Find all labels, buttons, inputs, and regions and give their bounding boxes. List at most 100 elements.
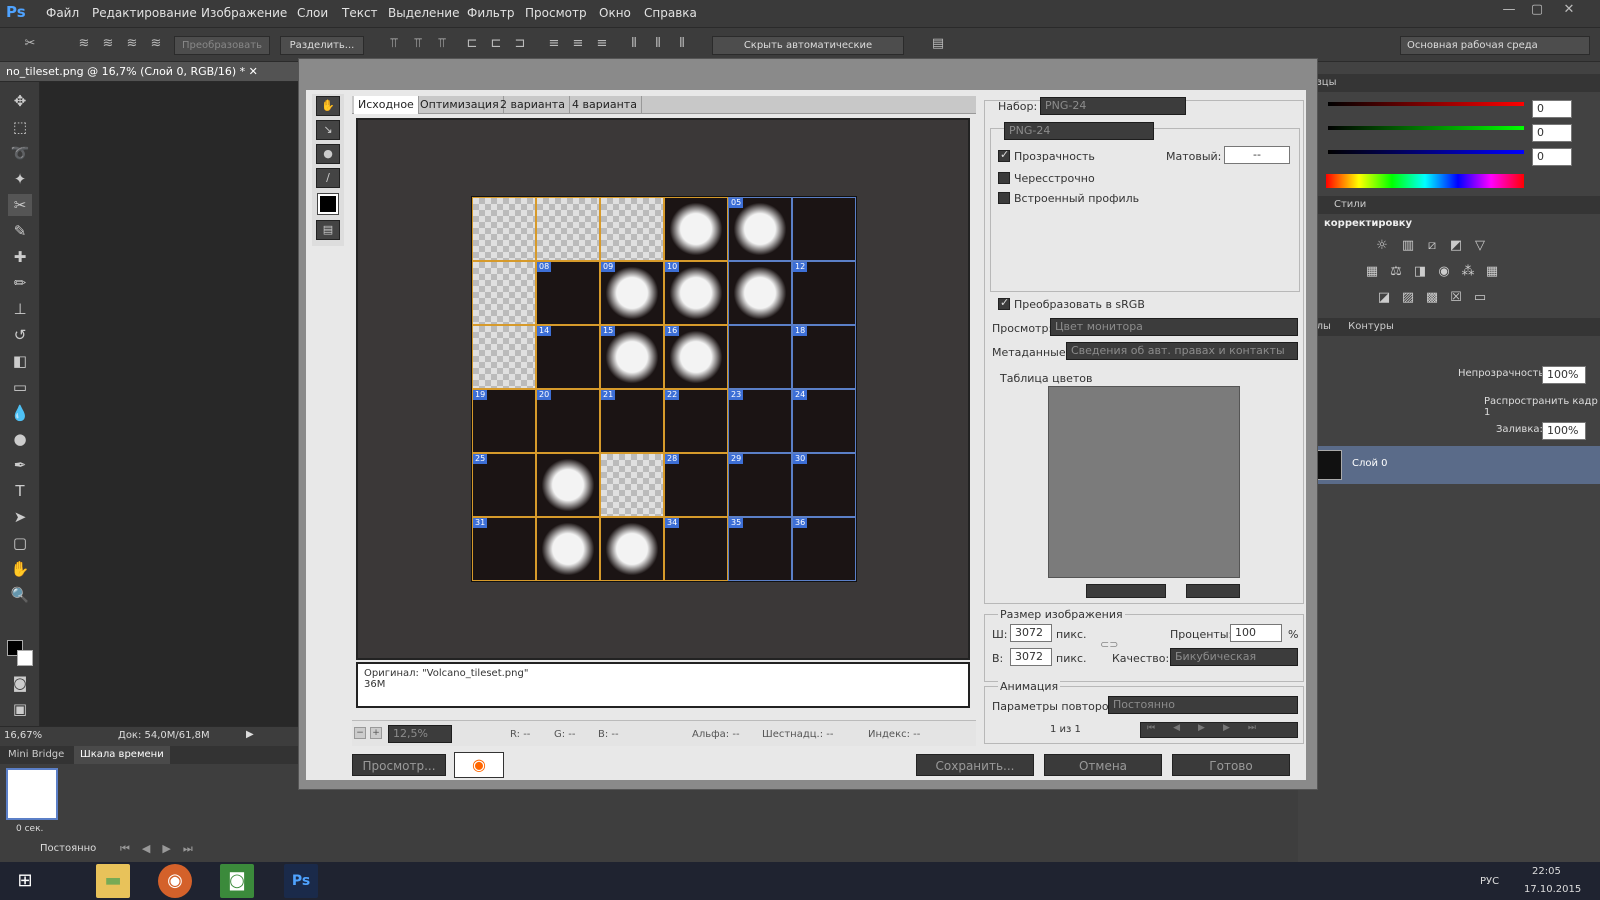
blue-value[interactable]: 0 <box>1532 148 1572 166</box>
preview-select[interactable]: Цвет монитора <box>1050 318 1298 336</box>
menu-type[interactable]: Текст <box>342 6 378 20</box>
tab-original[interactable]: Исходное <box>354 96 419 114</box>
type-tool-icon[interactable]: T <box>8 480 32 502</box>
convert-srgb-checkbox[interactable] <box>998 296 1010 310</box>
tile-slice[interactable] <box>472 325 536 389</box>
color-table-tools[interactable] <box>1086 584 1166 598</box>
hand-tool-icon[interactable]: ✋ <box>8 558 32 580</box>
tile-slice[interactable]: 10 <box>664 261 728 325</box>
status-menu-arrow-icon[interactable]: ▶ <box>246 729 254 740</box>
opacity-value[interactable]: 100% <box>1542 366 1586 384</box>
tile-slice[interactable]: 23 <box>728 389 792 453</box>
green-slider[interactable] <box>1328 126 1524 130</box>
loop-select[interactable]: Постоянно <box>40 843 96 854</box>
tab-mini-bridge[interactable]: Mini Bridge <box>8 749 64 760</box>
tile-slice[interactable] <box>600 197 664 261</box>
tile-slice[interactable]: 20 <box>536 389 600 453</box>
language-indicator[interactable]: РУС <box>1480 876 1499 887</box>
slice-options-icon[interactable]: ▤ <box>930 36 946 52</box>
arrange-backward-icon[interactable]: ≋ <box>124 36 140 52</box>
save-button[interactable]: Сохранить... <box>916 754 1034 776</box>
path-select-icon[interactable]: ➤ <box>8 506 32 528</box>
height-field[interactable]: 3072 <box>1010 648 1052 666</box>
align-left-icon[interactable]: ⊏ <box>464 36 480 52</box>
close-button[interactable]: ✕ <box>1556 2 1582 20</box>
menu-filter[interactable]: Фильтр <box>467 6 514 20</box>
format-select[interactable]: PNG-24 <box>1004 122 1154 140</box>
blur-icon[interactable]: 💧 <box>8 402 32 424</box>
browser-select-icon[interactable]: ◉ <box>454 752 504 778</box>
tile-slice[interactable] <box>792 197 856 261</box>
start-icon[interactable]: ⊞ <box>8 864 42 898</box>
matte-select[interactable]: -- <box>1224 146 1290 164</box>
maximize-button[interactable]: ▢ <box>1524 2 1550 20</box>
cancel-button[interactable]: Отмена <box>1044 754 1162 776</box>
slice-tool-icon[interactable]: ✂ <box>8 194 32 216</box>
layer-row[interactable]: Слой 0 <box>1298 446 1600 484</box>
transform-button[interactable]: Преобразовать <box>174 36 270 55</box>
tile-slice[interactable]: 28 <box>664 453 728 517</box>
tile-slice[interactable]: 16 <box>664 325 728 389</box>
photoshop-taskbar-icon[interactable]: Ps <box>284 864 318 898</box>
levels-icon[interactable]: ▥ <box>1400 238 1416 254</box>
posterize-icon[interactable]: ▨ <box>1400 290 1416 306</box>
close-doc-icon[interactable]: ✕ <box>249 65 258 78</box>
distribute-vcenter-icon[interactable]: ≡ <box>570 36 586 52</box>
brush-icon[interactable]: ✏ <box>8 272 32 294</box>
move-tool-icon[interactable]: ✥ <box>8 90 32 112</box>
hue-sat-icon[interactable]: ▦ <box>1364 264 1380 280</box>
background-color-swatch[interactable] <box>17 650 33 666</box>
color-balance-icon[interactable]: ⚖ <box>1388 264 1404 280</box>
healing-brush-icon[interactable]: ✚ <box>8 246 32 268</box>
tile-slice[interactable] <box>536 517 600 581</box>
align-right-icon[interactable]: ⊐ <box>512 36 528 52</box>
photo-filter-icon[interactable]: ◉ <box>1436 264 1452 280</box>
embedded-profile-checkbox[interactable] <box>998 192 1010 204</box>
color-ramp[interactable] <box>1326 174 1524 188</box>
width-field[interactable]: 3072 <box>1010 624 1052 642</box>
tile-slice[interactable]: 34 <box>664 517 728 581</box>
tile-slice[interactable] <box>536 453 600 517</box>
clock-date[interactable]: 17.10.2015 <box>1524 884 1581 895</box>
menu-file[interactable]: Файл <box>46 6 79 20</box>
tab-timeline[interactable]: Шкала времени <box>74 746 170 764</box>
tab-styles[interactable]: Стили <box>1334 199 1366 210</box>
workspace-select[interactable]: Основная рабочая среда <box>1400 36 1590 55</box>
tile-slice[interactable]: 29 <box>728 453 792 517</box>
layer-name[interactable]: Слой 0 <box>1352 458 1388 469</box>
gradient-map-icon[interactable]: ▭ <box>1472 290 1488 306</box>
tile-slice[interactable]: 08 <box>536 261 600 325</box>
distribute-right-icon[interactable]: ⦀ <box>674 36 690 52</box>
tile-slice[interactable]: 14 <box>536 325 600 389</box>
menu-edit[interactable]: Редактирование <box>92 6 197 20</box>
tile-slice[interactable]: 19 <box>472 389 536 453</box>
zoom-readout[interactable]: 16,67% <box>4 730 42 741</box>
preset-select[interactable]: PNG-24 <box>1040 97 1186 115</box>
hide-auto-slices-button[interactable]: Скрыть автоматические фрагменты <box>712 36 904 68</box>
tile-slice[interactable] <box>536 197 600 261</box>
arrange-back-icon[interactable]: ≋ <box>148 36 164 52</box>
percent-field[interactable]: 100 <box>1230 624 1282 642</box>
clock-time[interactable]: 22:05 <box>1532 866 1561 877</box>
tile-slice[interactable] <box>472 261 536 325</box>
magic-wand-icon[interactable]: ✦ <box>8 168 32 190</box>
align-bottom-icon[interactable]: ⫪ <box>434 36 450 52</box>
app-icon[interactable]: ◙ <box>220 864 254 898</box>
distribute-bottom-icon[interactable]: ≡ <box>594 36 610 52</box>
distribute-top-icon[interactable]: ≡ <box>546 36 562 52</box>
tab-4up[interactable]: 4 варианта <box>568 96 642 114</box>
playback-controls[interactable]: ⏮◀▶⏭ <box>120 842 205 856</box>
distribute-hcenter-icon[interactable]: ⦀ <box>650 36 666 52</box>
tab-optimized[interactable]: Оптимизация <box>416 96 504 114</box>
quality-select[interactable]: Бикубическая <box>1170 648 1298 666</box>
tile-slice[interactable]: 09 <box>600 261 664 325</box>
minimize-button[interactable]: — <box>1496 2 1522 20</box>
tile-slice[interactable]: 22 <box>664 389 728 453</box>
menu-view[interactable]: Просмотр <box>525 6 587 20</box>
split-button[interactable]: Разделить... <box>280 36 364 55</box>
arrange-front-icon[interactable]: ≋ <box>76 36 92 52</box>
menu-help[interactable]: Справка <box>644 6 697 20</box>
color-table[interactable] <box>1048 386 1240 578</box>
tile-slice[interactable] <box>728 261 792 325</box>
tileset-image[interactable]: 05 08 09 10 12 14 15 16 18 19 20 21 22 23 24 25 28 29 30 31… <box>471 196 857 582</box>
